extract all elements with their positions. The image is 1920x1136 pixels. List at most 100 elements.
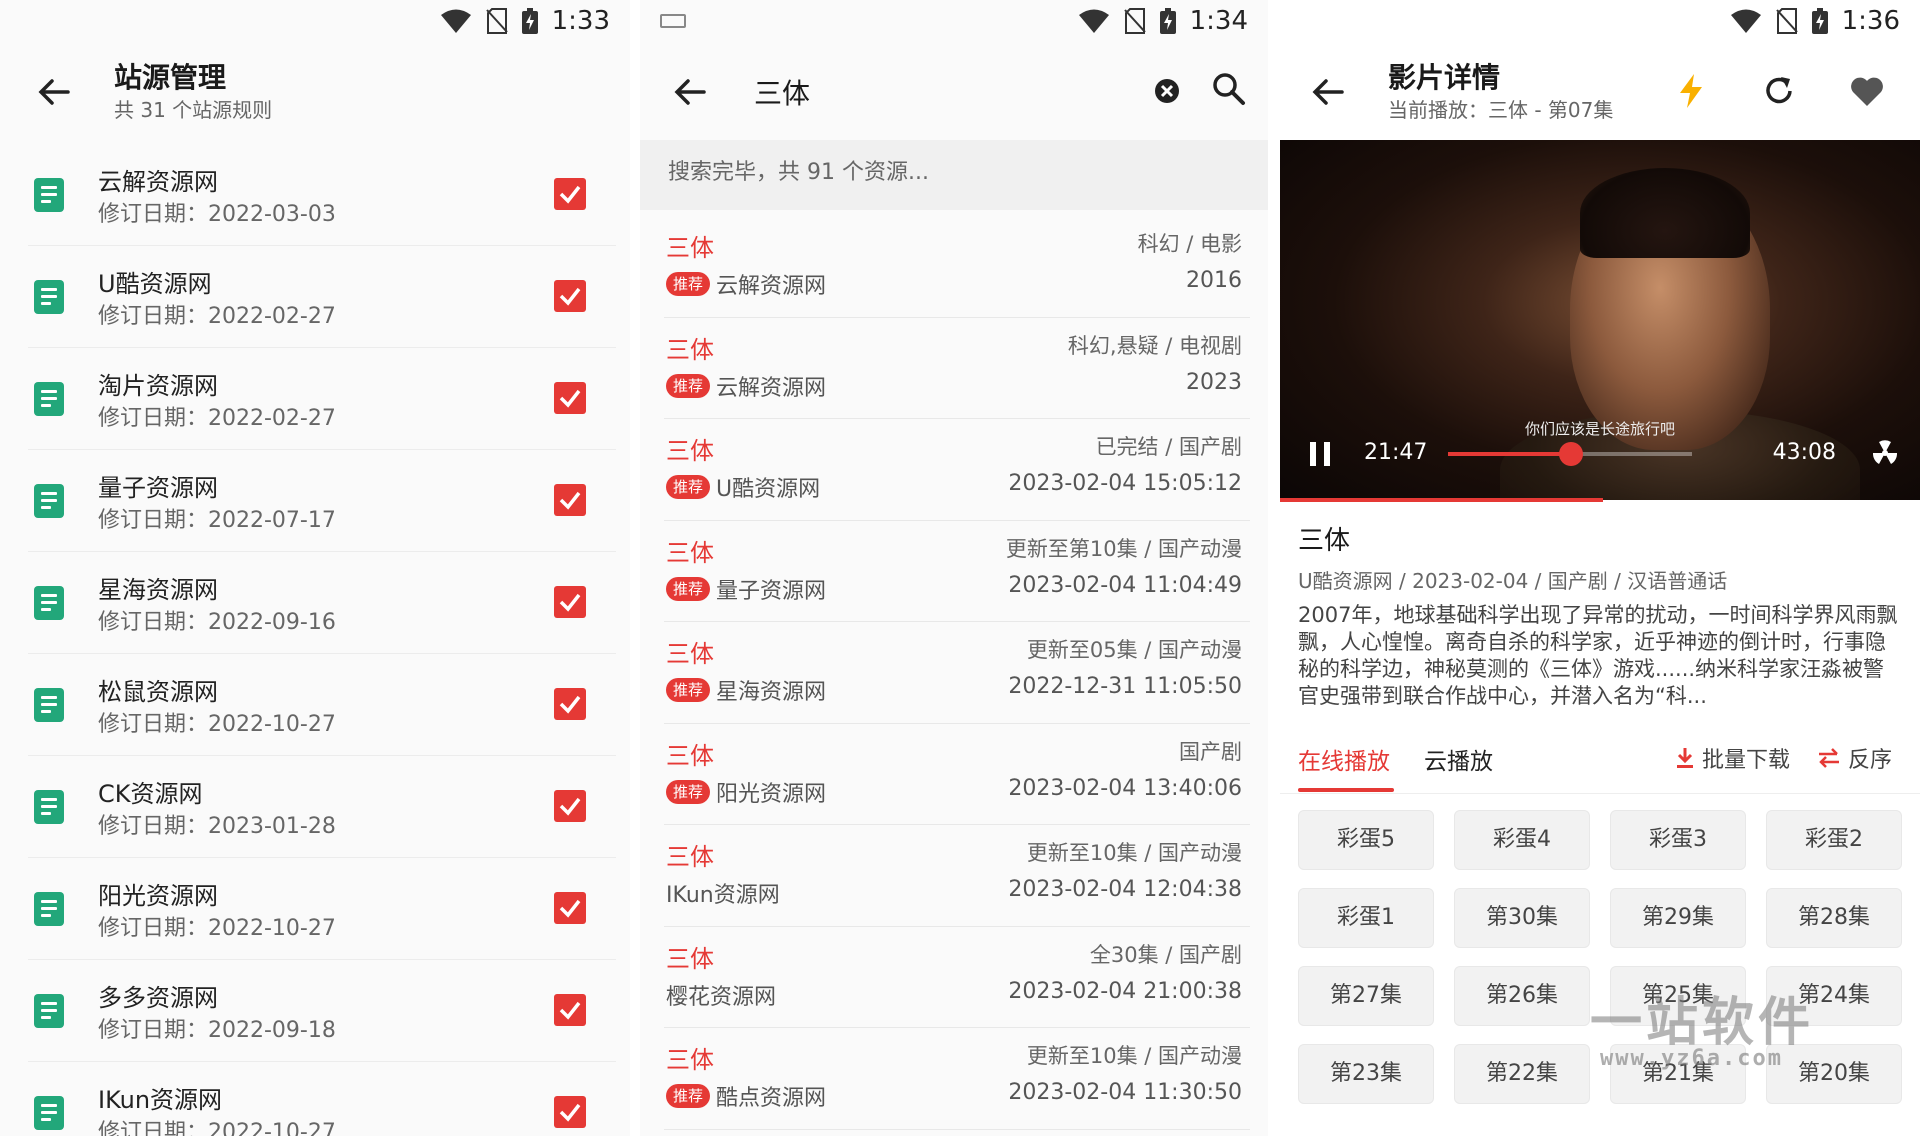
tab-cloud-play[interactable]: 云播放	[1424, 742, 1493, 776]
video-player[interactable]: 你们应该是长途旅行吧 21:47 43:08	[1280, 140, 1920, 500]
search-icon[interactable]	[1212, 72, 1246, 106]
current-time: 21:47	[1364, 440, 1428, 465]
source-date: 修订日期：2022-10-27	[98, 916, 336, 941]
seek-progress	[1448, 452, 1572, 456]
episode-button[interactable]: 彩蛋3	[1610, 810, 1746, 870]
clear-icon[interactable]	[1154, 78, 1180, 104]
tab-online-play[interactable]: 在线播放	[1298, 742, 1390, 776]
result-item[interactable]: 三体 IKun资源网 更新至10集 / 国产动漫 2023-02-04 12:04:3…	[664, 825, 1250, 927]
pause-icon[interactable]	[1310, 442, 1332, 466]
enabled-checkbox[interactable]	[554, 1096, 586, 1128]
lightning-icon[interactable]	[1672, 72, 1710, 110]
enabled-checkbox[interactable]	[554, 280, 586, 312]
episode-button[interactable]: 彩蛋4	[1454, 810, 1590, 870]
source-item[interactable]: 阳光资源网 修订日期：2022-10-27	[28, 858, 616, 960]
source-name: 云解资源网	[98, 168, 218, 196]
enabled-checkbox[interactable]	[554, 892, 586, 924]
refresh-icon[interactable]	[1760, 72, 1798, 110]
result-source: 推荐 酷点资源网	[666, 1080, 826, 1112]
source-item[interactable]: 星海资源网 修订日期：2022-09-16	[28, 552, 616, 654]
episode-button[interactable]: 第27集	[1298, 966, 1434, 1026]
source-item[interactable]: 淘片资源网 修订日期：2022-02-27	[28, 348, 616, 450]
result-source-name: U酷资源网	[716, 477, 821, 502]
result-source: 推荐 云解资源网	[666, 370, 826, 402]
watermark-text: 一站软件	[1590, 993, 1815, 1053]
result-source-name: IKun资源网	[666, 883, 780, 908]
cast-radiation-icon[interactable]	[1868, 436, 1902, 470]
source-item[interactable]: IKun资源网 修订日期：2022-10-27	[28, 1062, 616, 1136]
episode-button[interactable]: 第28集	[1766, 888, 1902, 948]
recommended-badge: 推荐	[666, 272, 711, 296]
source-item[interactable]: U酷资源网 修订日期：2022-02-27	[28, 246, 616, 348]
search-input[interactable]: 三体	[754, 72, 810, 112]
result-item[interactable]: 三体 推荐 云解资源网 科幻,悬疑 / 电视剧 2023	[664, 318, 1250, 419]
episode-button[interactable]: 第30集	[1454, 888, 1590, 948]
result-item[interactable]: 三体 推荐 酷点资源网 更新至10集 / 国产动漫 2023-02-04 11:30:5…	[664, 1028, 1250, 1130]
episode-button[interactable]: 彩蛋2	[1766, 810, 1902, 870]
episode-button[interactable]: 彩蛋1	[1298, 888, 1434, 948]
document-icon	[34, 790, 64, 824]
favorite-heart-icon[interactable]	[1848, 72, 1886, 110]
checkmark-icon	[559, 389, 581, 408]
result-item[interactable]: 三体 推荐 U酷资源网 已完结 / 国产剧 2023-02-04 15:05:12	[664, 419, 1250, 521]
search-status: 搜索完毕，共 91 个资源...	[640, 140, 1268, 210]
recommended-badge: 推荐	[666, 1084, 711, 1108]
result-item[interactable]: 三体 推荐 阳光资源网 国产剧 2023-02-04 13:40:06	[664, 724, 1250, 825]
reverse-order-button[interactable]: 反序	[1818, 742, 1892, 774]
recommended-badge: 推荐	[666, 678, 711, 702]
back-arrow-icon[interactable]	[670, 72, 710, 112]
episode-button[interactable]: 第22集	[1454, 1044, 1590, 1104]
result-item[interactable]: 三体 樱花资源网 全30集 / 国产剧 2023-02-04 21:00:38	[664, 927, 1250, 1028]
page-subtitle: 共 31 个站源规则	[114, 98, 273, 122]
source-item[interactable]: CK资源网 修订日期：2023-01-28	[28, 756, 616, 858]
battery-charging-icon	[1159, 8, 1176, 34]
episode-button[interactable]: 彩蛋5	[1298, 810, 1434, 870]
result-item[interactable]: 三体 推荐 星海资源网 更新至05集 / 国产动漫 2022-12-31 11:05:5…	[664, 622, 1250, 724]
back-arrow-icon[interactable]	[34, 72, 74, 112]
episode-button[interactable]: 第26集	[1454, 966, 1590, 1026]
result-date: 2022-12-31 11:05:50	[1008, 674, 1242, 699]
video-detail-screen: 1:36 影片详情 当前播放：三体 - 第07集 你们应该是长途旅行吧 21:4…	[1280, 0, 1920, 1136]
enabled-checkbox[interactable]	[554, 178, 586, 210]
source-item[interactable]: 松鼠资源网 修订日期：2022-10-27	[28, 654, 616, 756]
batch-download-button[interactable]: 批量下载	[1676, 742, 1790, 774]
batch-download-label: 批量下载	[1702, 748, 1791, 773]
seek-bar[interactable]	[1448, 442, 1692, 466]
episode-button[interactable]: 第29集	[1610, 888, 1746, 948]
source-date: 修订日期：2022-02-27	[98, 304, 336, 329]
source-name: 多多资源网	[98, 984, 218, 1012]
status-bar: 1:34	[640, 0, 1268, 44]
episode-button[interactable]: 第23集	[1298, 1044, 1434, 1104]
video-subtitle: 你们应该是长途旅行吧	[1524, 420, 1675, 438]
checkmark-icon	[559, 1001, 581, 1020]
result-meta: 科幻 / 电影	[1137, 232, 1242, 256]
source-name: IKun资源网	[98, 1086, 223, 1114]
source-item[interactable]: 云解资源网 修订日期：2022-03-03	[28, 144, 616, 246]
page-title: 站源管理	[114, 61, 227, 94]
document-icon	[34, 484, 64, 518]
no-sim-icon	[1775, 8, 1798, 34]
source-item[interactable]: 量子资源网 修订日期：2022-07-17	[28, 450, 616, 552]
result-title: 三体	[666, 944, 714, 973]
enabled-checkbox[interactable]	[554, 586, 586, 618]
back-arrow-icon[interactable]	[1308, 72, 1348, 112]
source-date: 修订日期：2022-02-27	[98, 406, 336, 431]
search-results-screen: 1:34 三体 搜索完毕，共 91 个资源... 三体 推荐 云解资源网 科幻 / 电…	[640, 0, 1268, 1136]
result-meta: 更新至10集 / 国产动漫	[1026, 841, 1242, 865]
result-meta: 科幻,悬疑 / 电视剧	[1067, 333, 1242, 358]
result-title: 三体	[666, 1046, 714, 1074]
source-item[interactable]: 多多资源网 修订日期：2022-09-18	[28, 960, 616, 1062]
clock: 1:33	[551, 6, 610, 36]
enabled-checkbox[interactable]	[554, 484, 586, 516]
result-item[interactable]: 三体 推荐 量子资源网 更新至第10集 / 国产动漫 2023-02-04 11:04:…	[664, 521, 1250, 622]
play-tabs: 在线播放 云播放 批量下载 反序	[1280, 738, 1920, 794]
enabled-checkbox[interactable]	[554, 688, 586, 720]
result-item[interactable]: 三体 推荐 云解资源网 科幻 / 电影 2016	[664, 216, 1250, 318]
wifi-icon	[1730, 9, 1761, 33]
enabled-checkbox[interactable]	[554, 994, 586, 1026]
enabled-checkbox[interactable]	[554, 790, 586, 822]
result-date: 2023-02-04 12:04:38	[1008, 877, 1242, 902]
enabled-checkbox[interactable]	[554, 382, 586, 414]
no-sim-icon	[1123, 8, 1146, 34]
result-meta: 全30集 / 国产剧	[1089, 942, 1242, 967]
